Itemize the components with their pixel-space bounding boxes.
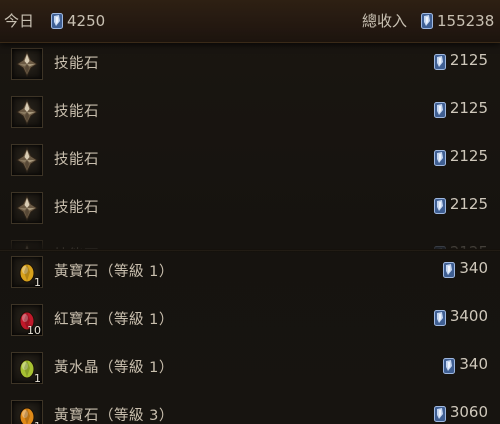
item-slot[interactable] bbox=[11, 144, 43, 176]
item-price: 2125 bbox=[449, 51, 488, 69]
shard-icon bbox=[433, 406, 446, 422]
today-income-value: 4250 bbox=[67, 12, 106, 30]
item-price: 3400 bbox=[449, 307, 488, 325]
shard-icon bbox=[433, 102, 446, 118]
list-fade bbox=[0, 228, 500, 249]
gem-row[interactable]: 10 紅寶石（等級 1） 3400 bbox=[0, 302, 500, 348]
item-slot[interactable]: 1 bbox=[11, 352, 43, 385]
skill-stone-row[interactable]: 技能石 2125 bbox=[0, 94, 500, 140]
list-divider bbox=[0, 249, 500, 252]
item-name: 技能石 bbox=[54, 200, 99, 216]
item-price: 2125 bbox=[449, 147, 488, 165]
gem-row[interactable]: 1 黃寶石（等級 3） 3060 bbox=[0, 398, 500, 424]
item-name: 技能石 bbox=[54, 56, 99, 72]
item-slot[interactable]: 10 bbox=[11, 304, 43, 337]
item-price: 3060 bbox=[449, 403, 488, 421]
shard-icon bbox=[51, 13, 63, 29]
item-slot[interactable] bbox=[11, 48, 43, 80]
shard-icon bbox=[433, 54, 446, 70]
skill-stone-list[interactable]: 技能石2125技能石2125技能石2125技能石2125技能石2125 bbox=[0, 42, 500, 249]
item-quantity: 1 bbox=[34, 372, 41, 385]
item-name: 技能石 bbox=[54, 104, 99, 120]
item-name: 黃寶石（等級 1） bbox=[54, 264, 174, 280]
vendor-sales-panel: 今日 4250 總收入 155238 技能石 2125 技能石 2125 技能石 2125… bbox=[0, 0, 500, 424]
income-header: 今日 4250 總收入 155238 bbox=[0, 0, 500, 43]
item-quantity: 10 bbox=[27, 324, 41, 337]
item-name: 黃寶石（等級 3） bbox=[54, 408, 174, 424]
total-income-label: 總收入 bbox=[362, 12, 408, 30]
item-price: 2125 bbox=[449, 99, 488, 117]
shard-icon bbox=[433, 310, 446, 326]
shard-icon bbox=[433, 198, 446, 214]
gem-list[interactable]: 1 黃寶石（等級 1） 340 10 紅寶石（等級 1） 3400 1 黃水晶（等級 1） 34… bbox=[0, 252, 500, 424]
item-price: 340 bbox=[459, 355, 488, 373]
item-slot[interactable] bbox=[11, 192, 43, 224]
item-quantity: 1 bbox=[34, 420, 41, 424]
item-name: 紅寶石（等級 1） bbox=[54, 312, 174, 328]
shard-icon bbox=[443, 358, 456, 374]
item-slot[interactable]: 1 bbox=[11, 400, 43, 424]
today-label: 今日 bbox=[4, 12, 35, 30]
skill-stone-row[interactable]: 技能石 2125 bbox=[0, 46, 500, 92]
item-price: 340 bbox=[459, 259, 488, 277]
item-slot[interactable]: 1 bbox=[11, 256, 43, 289]
gem-row[interactable]: 1 黃水晶（等級 1） 340 bbox=[0, 350, 500, 396]
shard-icon bbox=[433, 150, 446, 166]
gem-row[interactable]: 1 黃寶石（等級 1） 340 bbox=[0, 254, 500, 300]
total-income-value: 155238 bbox=[437, 12, 495, 30]
skill-stone-row[interactable]: 技能石 2125 bbox=[0, 142, 500, 188]
shard-icon bbox=[421, 13, 433, 29]
item-slot[interactable] bbox=[11, 96, 43, 128]
item-quantity: 1 bbox=[34, 276, 41, 289]
shard-icon bbox=[443, 262, 456, 278]
item-name: 技能石 bbox=[54, 152, 99, 168]
item-name: 黃水晶（等級 1） bbox=[54, 360, 174, 376]
item-price: 2125 bbox=[449, 195, 488, 213]
